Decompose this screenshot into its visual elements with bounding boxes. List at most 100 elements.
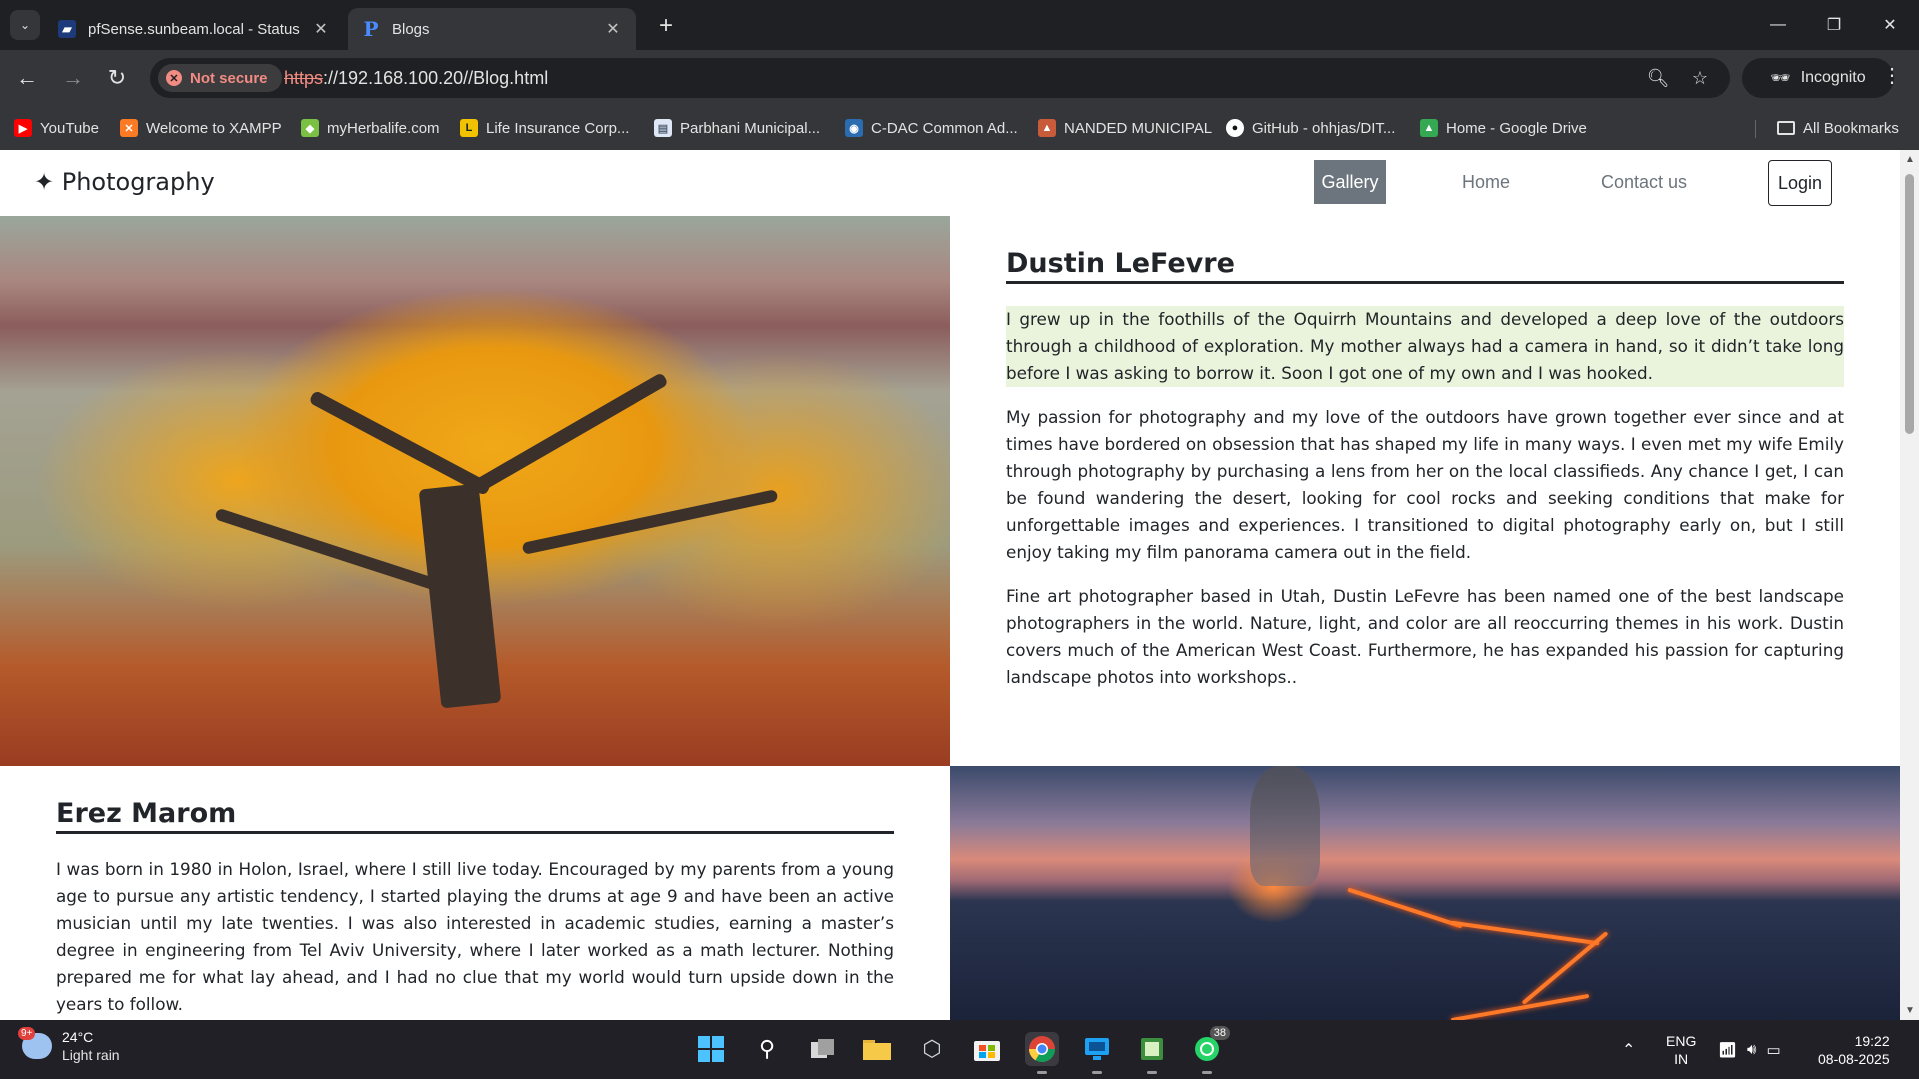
bookmark-nanded[interactable]: ▲ NANDED MUNICIPAL <box>1038 117 1212 139</box>
volume-icon: 🔊︎ <box>1747 1041 1757 1058</box>
nav-gallery[interactable]: Gallery <box>1314 160 1386 204</box>
nav-contact[interactable]: Contact us <box>1586 160 1702 204</box>
bookmark-youtube[interactable]: ▶ YouTube <box>14 117 99 139</box>
system-tray-icons[interactable]: 📶︎ 🔊︎ ▭ <box>1718 1020 1781 1079</box>
site-brand[interactable]: ✦ Photography <box>34 168 215 196</box>
incognito-icon: 🕶︎ <box>1770 70 1791 87</box>
weather-widget[interactable]: 9+ 24°C Light rain <box>18 1027 120 1064</box>
article-erez-marom: Erez Marom I was born in 1980 in Holon, … <box>56 798 894 1020</box>
tab-title: Blogs <box>392 20 430 38</box>
bookmarks-bar: ▶ YouTube ✕ Welcome to XAMPP ◆ myHerbali… <box>0 106 1919 150</box>
task-view-icon[interactable] <box>806 1032 840 1066</box>
file-explorer-icon[interactable] <box>860 1032 894 1066</box>
all-bookmarks[interactable]: All Bookmarks <box>1777 117 1899 139</box>
article-paragraph: I was born in 1980 in Holon, Israel, whe… <box>56 859 894 1014</box>
bookmark-drive[interactable]: ▲ Home - Google Drive <box>1420 117 1587 139</box>
close-tab-icon[interactable]: ✕ <box>604 19 622 39</box>
clock[interactable]: 19:22 08-08-2025 <box>1818 1020 1890 1079</box>
article-dustin-lefevre: Dustin LeFevre I grew up in the foothill… <box>1006 248 1844 708</box>
warning-icon: ✕ <box>166 70 182 86</box>
folder-icon <box>1777 121 1795 135</box>
lang-code: ENG <box>1666 1032 1697 1049</box>
bookmark-label: Parbhani Municipal... <box>680 119 821 137</box>
incognito-button[interactable]: 🕶︎ Incognito <box>1742 58 1894 98</box>
rain-cloud-icon: 9+ <box>18 1027 52 1059</box>
windows-taskbar: 9+ 24°C Light rain ⚲ ⬡ 38 ⌃ ENG IN 📶︎ 🔊︎ <box>0 1020 1919 1079</box>
tree-branch <box>214 507 456 597</box>
youtube-icon: ▶ <box>14 119 32 137</box>
windows-start-icon[interactable] <box>694 1032 728 1066</box>
weather-badge: 9+ <box>18 1027 36 1040</box>
wifi-icon: 📶︎ <box>1718 1041 1738 1059</box>
bookmark-cdac[interactable]: ◉ C-DAC Common Ad... <box>845 117 1018 139</box>
language-indicator[interactable]: ENG IN <box>1666 1020 1696 1079</box>
article-paragraph: My passion for photography and my love o… <box>1006 407 1844 562</box>
incognito-label: Incognito <box>1800 69 1866 86</box>
cdac-icon: ◉ <box>845 119 863 137</box>
page-icon: ▤ <box>654 119 672 137</box>
whatsapp-badge: 38 <box>1209 1026 1230 1040</box>
drive-icon: ▲ <box>1420 119 1438 137</box>
bookmark-star-icon[interactable]: ☆ <box>1688 66 1712 90</box>
bookmark-label: Home - Google Drive <box>1446 119 1587 137</box>
bookmark-herbalife[interactable]: ◆ myHerbalife.com <box>301 117 440 139</box>
chrome-icon[interactable] <box>1025 1032 1059 1074</box>
scroll-thumb[interactable] <box>1905 174 1914 434</box>
bookmark-github[interactable]: ● GitHub - ohhjas/DIT... <box>1226 117 1395 139</box>
tab-search-chevron-icon[interactable]: ⌄ <box>10 10 40 40</box>
url-text[interactable]: https://192.168.100.20//Blog.html <box>284 68 548 89</box>
close-window-icon[interactable]: ✕ <box>1862 0 1918 50</box>
site-navbar: ✦ Photography Gallery Home Contact us Lo… <box>0 150 1900 216</box>
scroll-down-icon[interactable]: ▼ <box>1905 1005 1915 1016</box>
autumn-tree-photo <box>0 216 950 766</box>
login-button[interactable]: Login <box>1768 160 1832 206</box>
nav-home[interactable]: Home <box>1436 160 1536 204</box>
browser-toolbar: ← → ↻ ✕ Not secure https://192.168.100.2… <box>0 50 1919 106</box>
clock-date: 08-08-2025 <box>1818 1050 1890 1067</box>
bookmarks-divider <box>1755 120 1756 138</box>
new-tab-button[interactable]: + <box>652 12 680 40</box>
reload-icon[interactable]: ↻ <box>102 63 132 93</box>
back-arrow-icon[interactable]: ← <box>12 63 42 93</box>
close-tab-icon[interactable]: ✕ <box>312 19 330 39</box>
page-viewport: ✦ Photography Gallery Home Contact us Lo… <box>0 150 1900 1020</box>
article-heading: Dustin LeFevre <box>1006 248 1844 284</box>
vpn-app-icon[interactable]: ⬡ <box>915 1032 949 1066</box>
menu-kebab-icon[interactable]: ⋮ <box>1882 63 1902 88</box>
article-paragraph: Fine art photographer based in Utah, Dus… <box>1006 586 1844 687</box>
bookmark-label: NANDED MUNICIPAL <box>1064 119 1213 137</box>
emblem-icon: ▲ <box>1038 119 1056 137</box>
store-icon[interactable] <box>970 1032 1004 1066</box>
bookmark-parbhani[interactable]: ▤ Parbhani Municipal... <box>654 117 820 139</box>
restore-icon[interactable]: ❐ <box>1806 0 1862 50</box>
whatsapp-icon[interactable]: 38 <box>1190 1026 1230 1074</box>
all-bookmarks-label: All Bookmarks <box>1803 119 1899 137</box>
tab-blogs[interactable]: P Blogs ✕ <box>348 8 636 50</box>
tab-pfsense[interactable]: ▰ pfSense.sunbeam.local - Status ✕ <box>44 8 344 50</box>
page-scrollbar[interactable]: ▲ ▼ <box>1900 150 1919 1020</box>
scroll-up-icon[interactable]: ▲ <box>1905 154 1915 165</box>
herbalife-icon: ◆ <box>301 119 319 137</box>
forward-arrow-icon[interactable]: → <box>58 63 88 93</box>
address-bar[interactable]: ✕ Not secure https://192.168.100.20//Blo… <box>150 58 1730 98</box>
tray-overflow-chevron-icon[interactable]: ⌃ <box>1622 1020 1635 1079</box>
tree-branch <box>308 389 492 497</box>
github-icon: ● <box>1226 119 1244 137</box>
url-path: ://192.168.100.20//Blog.html <box>323 68 549 88</box>
lava-flow <box>1450 993 1590 1020</box>
minimize-icon[interactable]: — <box>1750 0 1806 50</box>
bookmark-label: GitHub - ohhjas/DIT... <box>1252 119 1396 137</box>
not-secure-chip[interactable]: ✕ Not secure <box>158 64 282 92</box>
search-icon[interactable]: ⚲ <box>750 1032 784 1066</box>
bookmark-lic[interactable]: L Life Insurance Corp... <box>460 117 629 139</box>
clock-time: 19:22 <box>1854 1032 1890 1049</box>
smoke-plume <box>1250 766 1320 886</box>
tree-branch <box>521 489 779 555</box>
battery-icon: ▭ <box>1766 1041 1781 1059</box>
remote-desktop-icon[interactable] <box>1080 1032 1114 1074</box>
bookmark-label: Life Insurance Corp... <box>486 119 630 137</box>
spreadsheet-app-icon[interactable] <box>1135 1032 1169 1074</box>
region-code: IN <box>1674 1050 1689 1067</box>
bookmark-xampp[interactable]: ✕ Welcome to XAMPP <box>120 117 282 139</box>
zoom-icon[interactable]: 🔍︎ <box>1646 66 1670 90</box>
